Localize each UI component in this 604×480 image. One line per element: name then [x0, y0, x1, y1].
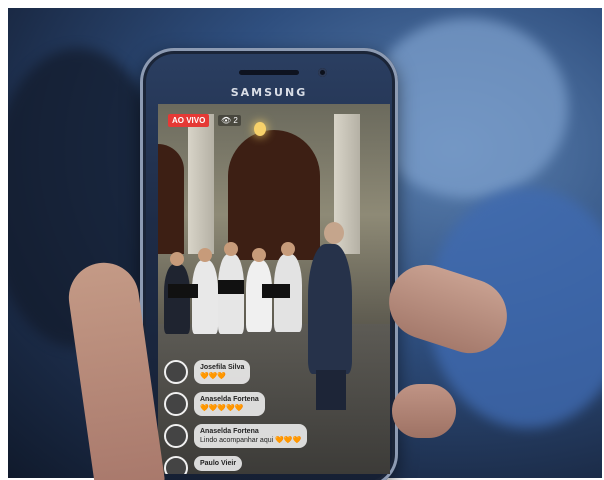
musician-head: [170, 252, 184, 266]
eye-icon: 👁: [221, 116, 232, 125]
commenter-avatar[interactable]: [164, 360, 188, 384]
live-badge: AO VIVO: [168, 114, 210, 127]
right-finger: [392, 384, 456, 438]
comment-bubble: Anaselda Fortena Lindo acompanhar aqui 🧡…: [194, 424, 308, 448]
conductor-head: [324, 222, 344, 244]
live-video-screen[interactable]: AO VIVO 👁 2 Josefila Silva 🧡🧡🧡 Anaselda …: [158, 104, 390, 474]
commenter-avatar[interactable]: [164, 392, 188, 416]
commenter-name: Paulo Vieir: [200, 460, 237, 467]
commenter-avatar[interactable]: [164, 424, 188, 448]
viewer-count: 👁 2: [218, 115, 241, 126]
phone-speaker: [239, 70, 299, 75]
comment-item: Paulo Vieir: [164, 456, 334, 474]
comment-bubble: Paulo Vieir: [194, 456, 243, 471]
musician-head: [281, 242, 295, 256]
musician-head: [252, 248, 266, 262]
comment-text: 🧡🧡🧡: [200, 373, 227, 380]
conductor: [308, 244, 352, 374]
comment-bubble: Josefila Silva 🧡🧡🧡: [194, 360, 251, 384]
blurred-light: [368, 18, 568, 198]
comment-bubble: Anaselda Fortena 🧡🧡🧡🧡🧡: [194, 392, 265, 416]
phone-brand-logo: SAMSUNG: [230, 86, 308, 99]
musician: [218, 254, 244, 334]
commenter-name: Anaselda Fortena: [200, 396, 259, 403]
commenter-name: Josefila Silva: [200, 364, 245, 371]
commenter-avatar[interactable]: [164, 456, 188, 474]
comment-list: Josefila Silva 🧡🧡🧡 Anaselda Fortena 🧡🧡🧡🧡…: [164, 360, 334, 474]
musician: [164, 264, 190, 334]
music-stand: [218, 280, 244, 294]
comment-item: Josefila Silva 🧡🧡🧡: [164, 360, 334, 384]
pillar: [188, 114, 214, 254]
comment-text: Lindo acompanhar aqui 🧡🧡🧡: [200, 437, 302, 444]
arch-doorway: [158, 144, 184, 254]
musician-head: [224, 242, 238, 256]
front-camera-icon: [318, 68, 327, 77]
music-stand: [262, 284, 290, 298]
comment-item: Anaselda Fortena Lindo acompanhar aqui 🧡…: [164, 424, 334, 448]
viewer-count-value: 2: [233, 116, 238, 125]
chandelier: [254, 122, 266, 136]
music-stand: [168, 284, 198, 298]
comment-item: Anaselda Fortena 🧡🧡🧡🧡🧡: [164, 392, 334, 416]
commenter-name: Anaselda Fortena: [200, 428, 259, 435]
photo-frame: SAMSUNG AO VIVO 👁 2 Josefila Silva 🧡🧡🧡 A…: [0, 0, 604, 480]
arch-doorway: [228, 130, 320, 260]
comment-text: 🧡🧡🧡🧡🧡: [200, 405, 244, 412]
musician-head: [198, 248, 212, 262]
